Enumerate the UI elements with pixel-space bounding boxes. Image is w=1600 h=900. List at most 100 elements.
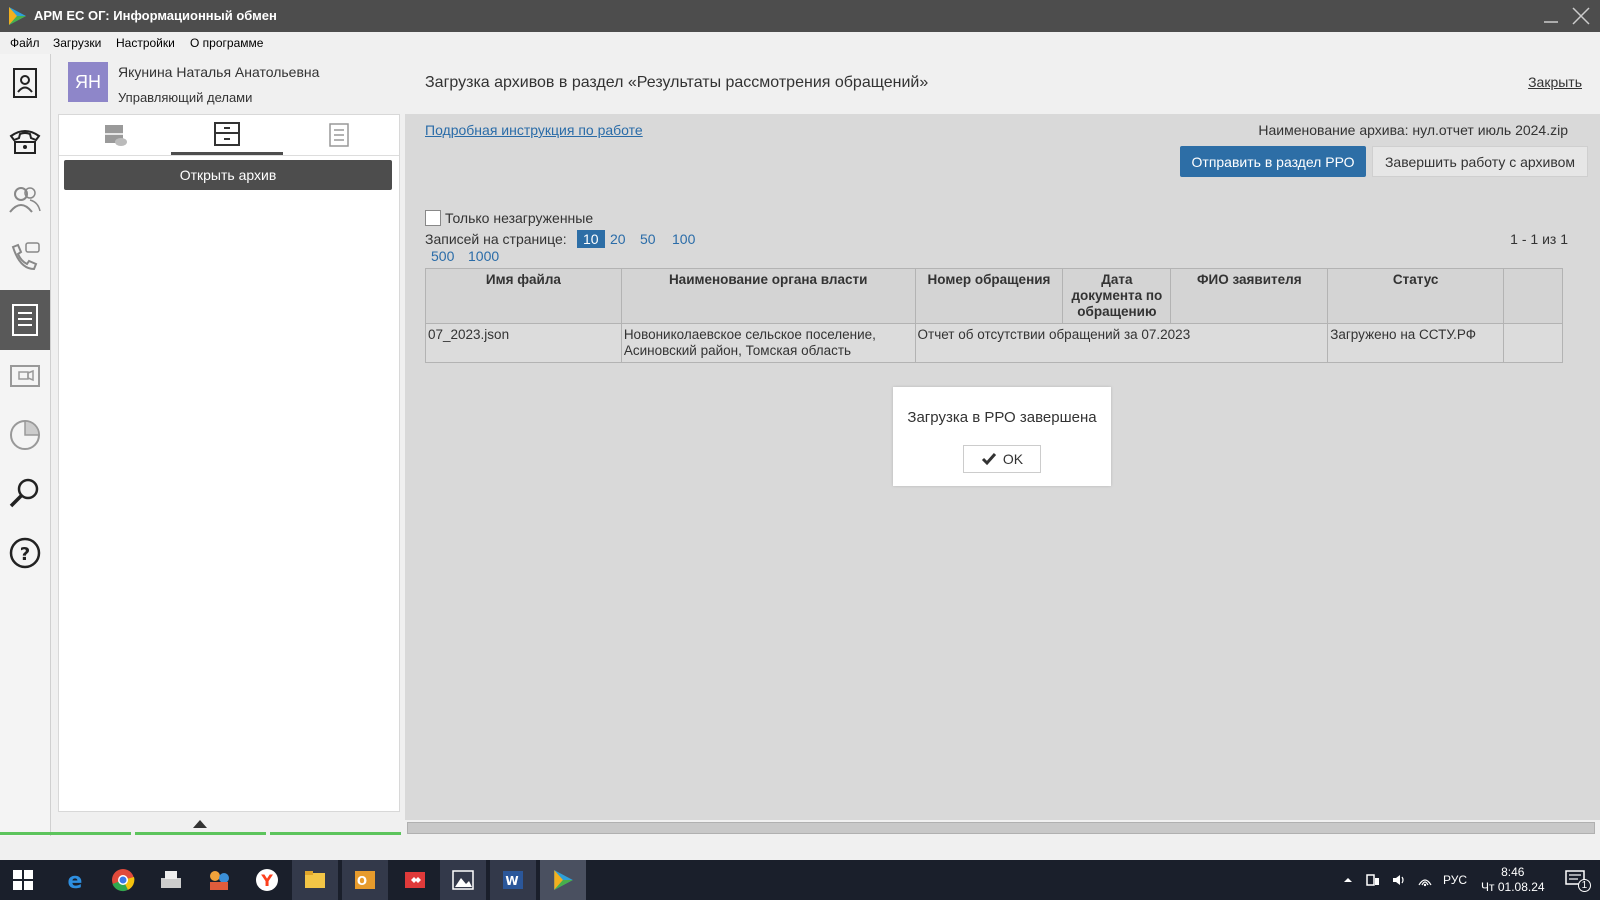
folder-icon: [305, 871, 325, 888]
users-icon: [9, 187, 41, 213]
video-icon: [10, 365, 40, 387]
arm-app-icon: [554, 870, 573, 890]
rail-calls[interactable]: [0, 228, 50, 286]
col-header-number[interactable]: Номер обращения: [914, 268, 1064, 324]
search-icon: [9, 478, 39, 508]
rail-documents[interactable]: [0, 290, 50, 350]
per-page-1000[interactable]: 1000: [468, 248, 499, 264]
only-unloaded-checkbox[interactable]: [425, 210, 441, 226]
dialog-message: Загрузка в РРО завершена: [907, 409, 1097, 426]
minimize-icon[interactable]: [1538, 4, 1564, 28]
rail-reports[interactable]: [0, 406, 50, 464]
close-link[interactable]: Закрыть: [1528, 74, 1582, 90]
col-header-actions: [1503, 268, 1563, 324]
per-page-50[interactable]: 50: [640, 231, 656, 247]
instruction-link[interactable]: Подробная инструкция по работе: [425, 122, 643, 138]
col-header-file[interactable]: Имя файла: [425, 268, 622, 324]
only-unloaded-label: Только незагруженные: [445, 210, 594, 226]
phone-chat-icon: [11, 242, 40, 271]
left-panel: Открыть архив: [58, 114, 400, 812]
taskbar-photos[interactable]: [440, 860, 486, 900]
tab-server[interactable]: [59, 115, 171, 155]
rail-help[interactable]: ?: [0, 524, 50, 582]
col-header-status[interactable]: Статус: [1327, 268, 1505, 324]
collapse-up-icon[interactable]: [193, 820, 207, 828]
window-title: АРМ ЕС ОГ: Информационный обмен: [34, 8, 277, 23]
col-header-authority[interactable]: Наименование органа власти: [620, 268, 916, 324]
volume-icon[interactable]: [1391, 872, 1407, 888]
archive-name: Наименование архива: нул.отчет июль 2024…: [1258, 122, 1568, 138]
taskbar-word[interactable]: W: [490, 860, 536, 900]
cell-status: Загружено на ССТУ.РФ: [1327, 323, 1505, 363]
outlook-icon: O: [355, 871, 375, 889]
page-title: Загрузка архивов в раздел «Результаты ра…: [425, 74, 929, 91]
menu-file[interactable]: Файл: [10, 36, 40, 50]
app-logo-icon: [9, 7, 26, 25]
taskbar-people-app[interactable]: [196, 860, 242, 900]
horizontal-scrollbar[interactable]: [407, 822, 1595, 834]
menu-settings[interactable]: Настройки: [116, 36, 175, 50]
close-window-icon[interactable]: [1568, 4, 1594, 28]
menu-about[interactable]: О программе: [190, 36, 263, 50]
taskbar-edge[interactable]: e: [52, 860, 98, 900]
tray-expand-icon[interactable]: [1343, 875, 1353, 885]
avatar: ЯН: [68, 62, 108, 102]
user-info: ЯН Якунина Наталья Анатольевна Управляющ…: [58, 54, 398, 114]
taskbar-chrome[interactable]: [100, 860, 146, 900]
taskbar-arm-app[interactable]: [540, 860, 586, 900]
yandex-icon: Y: [256, 869, 278, 891]
taskbar-anydesk[interactable]: [392, 860, 438, 900]
finish-archive-button[interactable]: Завершить работу с архивом: [1372, 146, 1588, 177]
windows-logo-icon: [13, 870, 33, 890]
col-header-date[interactable]: Дата документа по обращению: [1062, 268, 1172, 324]
word-icon: W: [503, 871, 523, 889]
notification-count: 1: [1577, 879, 1592, 892]
clock-time: 8:46: [1501, 865, 1525, 879]
per-page-20[interactable]: 20: [610, 231, 626, 247]
svg-text:O: O: [357, 874, 367, 888]
contact-card-icon: [13, 68, 37, 98]
menu-downloads[interactable]: Загрузки: [53, 36, 101, 50]
per-page-500[interactable]: 500: [431, 248, 454, 264]
rail-video[interactable]: [0, 348, 50, 406]
rail-contacts[interactable]: [0, 54, 50, 112]
ok-label: OK: [1002, 451, 1024, 467]
col-header-applicant[interactable]: ФИО заявителя: [1170, 268, 1329, 324]
taskbar-outlook[interactable]: O: [342, 860, 388, 900]
table-header-row: Имя файла Наименование органа власти Ном…: [425, 268, 1563, 324]
telephone-icon: [9, 130, 41, 154]
tab-divider: [59, 155, 399, 156]
wifi-icon[interactable]: [1417, 872, 1433, 888]
cell-actions: [1503, 323, 1563, 363]
server-cloud-icon: [105, 125, 127, 146]
per-page-10[interactable]: 10: [577, 230, 605, 248]
progress-segment: [135, 832, 266, 835]
tab-archive[interactable]: [171, 115, 283, 155]
svg-text:?: ?: [20, 544, 30, 565]
taskbar-scanner[interactable]: [148, 860, 194, 900]
language-indicator[interactable]: РУС: [1443, 873, 1467, 887]
rail-users[interactable]: [0, 170, 50, 228]
network-device-icon[interactable]: [1365, 872, 1381, 888]
start-button[interactable]: [0, 860, 46, 900]
rail-phone[interactable]: [0, 112, 50, 170]
svg-text:Y: Y: [260, 871, 273, 890]
records-range: 1 - 1 из 1: [1510, 231, 1568, 247]
tab-document[interactable]: [283, 115, 395, 155]
svg-text:W: W: [505, 874, 518, 888]
taskbar-yandex[interactable]: Y: [244, 860, 290, 900]
edge-browser-icon: e: [68, 869, 83, 892]
notifications-button[interactable]: 1: [1563, 866, 1592, 894]
open-archive-button[interactable]: Открыть архив: [64, 160, 392, 190]
taskbar-explorer[interactable]: [292, 860, 338, 900]
rail-search[interactable]: [0, 464, 50, 522]
send-to-rro-button[interactable]: Отправить в раздел РРО: [1180, 146, 1366, 177]
clock-date: Чт 01.08.24: [1481, 880, 1545, 894]
archive-cabinet-icon: [214, 121, 240, 146]
table-row[interactable]: 07_2023.json Новониколаевское сельское п…: [425, 323, 1563, 363]
title-bar: АРМ ЕС ОГ: Информационный обмен: [0, 0, 1600, 32]
per-page-100[interactable]: 100: [672, 231, 695, 247]
ok-button[interactable]: OK: [963, 445, 1041, 473]
menu-bar: Файл Загрузки Настройки О программе: [0, 32, 1600, 54]
clock[interactable]: 8:46 Чт 01.08.24: [1481, 865, 1545, 895]
